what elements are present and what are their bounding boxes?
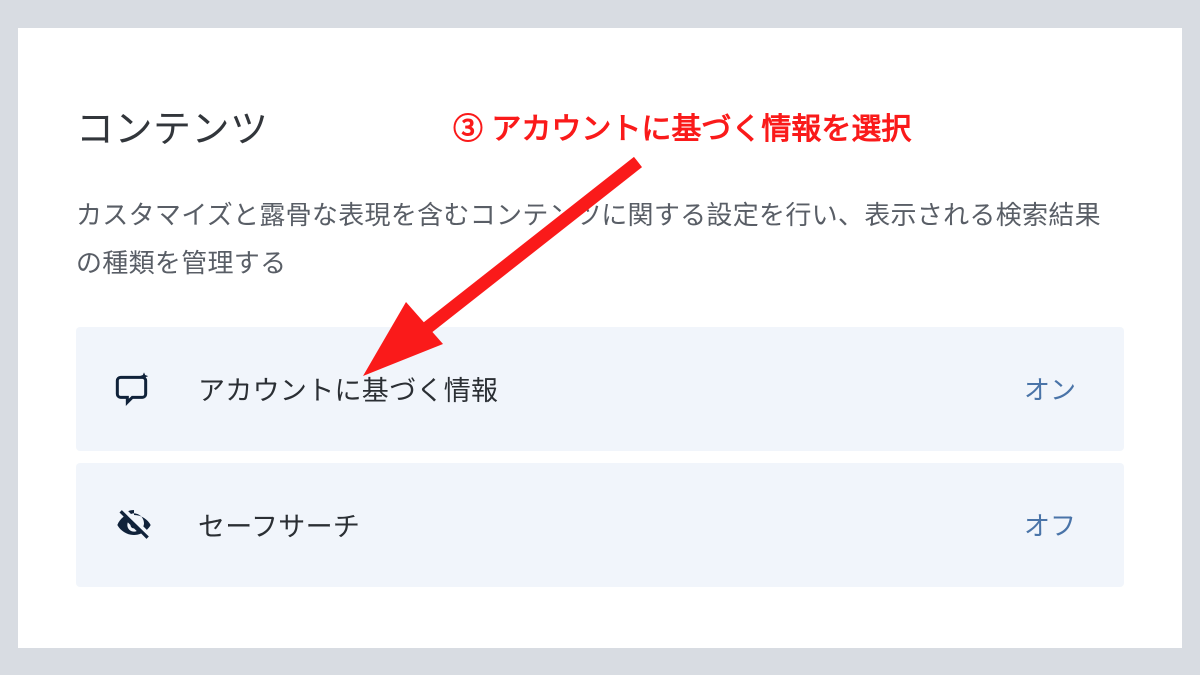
setting-account-info[interactable]: アカウントに基づく情報 オン: [76, 327, 1124, 451]
setting-safe-search[interactable]: セーフサーチ オフ: [76, 463, 1124, 587]
instruction-annotation: ③ アカウントに基づく情報を選択: [453, 104, 911, 148]
setting-label: アカウントに基づく情報: [198, 369, 1024, 408]
setting-label: セーフサーチ: [198, 505, 1024, 544]
chat-sparkle-icon: [110, 365, 158, 413]
eye-off-icon: [110, 501, 158, 549]
setting-status: オフ: [1024, 506, 1076, 543]
settings-description: カスタマイズと露骨な表現を含むコンテンツに関する設定を行い、表示される検索結果の…: [76, 191, 1124, 287]
content-settings-panel: コンテンツ ③ アカウントに基づく情報を選択 カスタマイズと露骨な表現を含むコン…: [18, 28, 1182, 648]
settings-list: アカウントに基づく情報 オン セーフサーチ オフ: [76, 327, 1124, 587]
setting-status: オン: [1024, 370, 1076, 407]
